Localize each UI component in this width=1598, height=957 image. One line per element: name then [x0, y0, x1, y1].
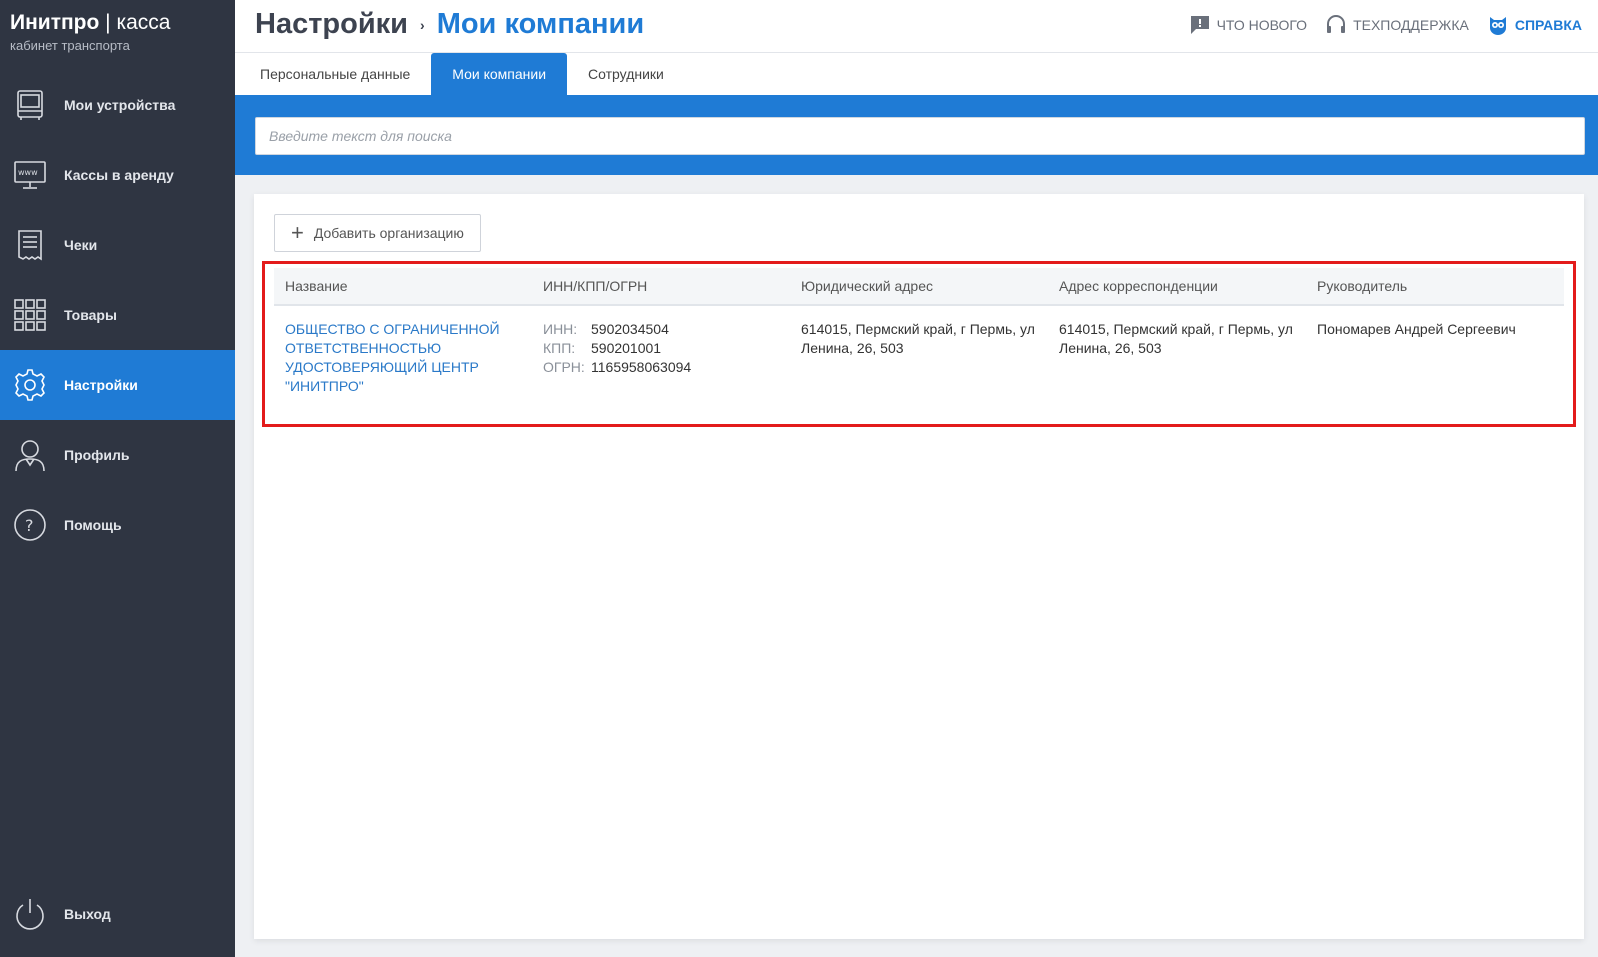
column-header-legal-address[interactable]: Юридический адрес	[790, 278, 1048, 294]
sidebar-item-devices[interactable]: Мои устройства	[0, 70, 235, 140]
sidebar-item-label: Товары	[64, 307, 117, 323]
bus-icon	[12, 87, 48, 123]
ogrn-value: 1165958063094	[591, 359, 692, 375]
sidebar-item-label: Чеки	[64, 237, 98, 253]
brand-name-bold: Инитпро	[10, 11, 100, 34]
add-organization-label: Добавить организацию	[313, 225, 464, 241]
tab-employees[interactable]: Сотрудники	[567, 53, 685, 95]
svg-text:www: www	[18, 168, 38, 177]
svg-text:?: ?	[25, 516, 34, 535]
user-icon	[12, 437, 48, 473]
logout-label: Выход	[64, 906, 111, 922]
search-input[interactable]	[255, 117, 1585, 155]
tab-personal-data[interactable]: Персональные данные	[239, 53, 431, 95]
column-header-mail-address[interactable]: Адрес корреспонденции	[1048, 278, 1306, 294]
sidebar-nav: Мои устройства www Кассы в аренду Чеки Т…	[0, 70, 235, 560]
sidebar: Инитпро | касса кабинет транспорта Мои у…	[0, 0, 235, 957]
whats-new-link[interactable]: Что нового	[1189, 14, 1307, 36]
whats-new-label: Что нового	[1216, 17, 1308, 33]
company-name-cell: ОБЩЕСТВО С ОГРАНИЧЕННОЙ ОТВЕТСТВЕННОСТЬЮ…	[274, 320, 532, 396]
logout-button[interactable]: Выход	[0, 879, 235, 949]
tab-bar: Персональные данные Мои компании Сотрудн…	[235, 53, 1598, 95]
www-monitor-icon: www	[12, 157, 48, 193]
brand: Инитпро | касса кабинет транспорта	[0, 0, 235, 70]
ogrn-label: ОГРН:	[543, 359, 585, 375]
sidebar-item-profile[interactable]: Профиль	[0, 420, 235, 490]
sidebar-item-receipts[interactable]: Чеки	[0, 210, 235, 280]
sidebar-item-label: Настройки	[64, 377, 138, 393]
headset-icon	[1327, 15, 1346, 33]
kpp-label: КПП:	[543, 340, 576, 356]
brand-subtitle: кабинет транспорта	[10, 38, 130, 53]
company-name-link[interactable]: ОБЩЕСТВО С ОГРАНИЧЕННОЙ ОТВЕТСТВЕННОСТЬЮ…	[285, 321, 500, 394]
support-label: Техподдержка	[1353, 17, 1469, 33]
column-header-name[interactable]: Название	[274, 278, 532, 294]
sidebar-item-label: Помощь	[64, 517, 122, 533]
gear-icon	[12, 367, 48, 403]
grid-icon	[12, 297, 48, 333]
sidebar-item-help[interactable]: ? Помощь	[0, 490, 235, 560]
legal-address-cell: 614015, Пермский край, г Пермь, ул Ленин…	[801, 321, 1035, 356]
breadcrumb: Настройки › Мои компании	[255, 8, 644, 41]
company-requisites-cell: ИНН: 5902034504 КПП: 590201001 ОГРН: 116…	[532, 320, 790, 396]
page-header: Настройки › Мои компании Что нового Техп…	[235, 0, 1598, 53]
power-icon	[12, 896, 48, 932]
help-icon: ?	[12, 507, 48, 543]
help-label: Справка	[1514, 17, 1582, 33]
brand-separator: |	[105, 11, 111, 34]
brand-logo[interactable]: Инитпро | касса	[10, 10, 225, 36]
receipt-icon	[12, 227, 48, 263]
director-cell: Пономарев Андрей Сергеевич	[1317, 321, 1516, 337]
plus-icon: +	[291, 220, 304, 245]
breadcrumb-root[interactable]: Настройки	[255, 8, 408, 41]
help-link[interactable]: Справка	[1487, 14, 1582, 36]
inn-label: ИНН:	[543, 321, 578, 337]
owl-icon	[1489, 17, 1506, 35]
inn-value: 5902034504	[591, 321, 669, 337]
breadcrumb-separator: ›	[420, 16, 425, 33]
page-title: Мои компании	[436, 8, 645, 40]
add-organization-button[interactable]: + Добавить организацию	[274, 214, 481, 252]
sidebar-item-goods[interactable]: Товары	[0, 280, 235, 350]
column-header-inn[interactable]: ИНН/КПП/ОГРН	[532, 278, 790, 294]
sidebar-item-label: Профиль	[64, 447, 130, 463]
table-header: Название ИНН/КПП/ОГРН Юридический адрес …	[274, 268, 1564, 306]
requisites: ИНН: 5902034504 КПП: 590201001 ОГРН: 116…	[543, 320, 790, 377]
tab-my-companies[interactable]: Мои компании	[431, 53, 568, 95]
column-header-director[interactable]: Руководитель	[1306, 278, 1564, 294]
support-link[interactable]: Техподдержка	[1325, 14, 1469, 36]
companies-table: Название ИНН/КПП/ОГРН Юридический адрес …	[274, 268, 1564, 396]
kpp-value: 590201001	[591, 340, 662, 356]
sidebar-item-label: Мои устройства	[64, 97, 176, 113]
brand-name-light: касса	[116, 11, 171, 34]
search-bar	[235, 95, 1598, 175]
sidebar-item-settings[interactable]: Настройки	[0, 350, 235, 420]
companies-card: + Добавить организацию Название ИНН/КПП/…	[254, 194, 1584, 939]
mail-address-cell: 614015, Пермский край, г Пермь, ул Ленин…	[1059, 321, 1293, 356]
announcement-icon	[1190, 16, 1209, 34]
header-links: Что нового Техподдержка Справка	[1189, 14, 1582, 36]
sidebar-item-label: Кассы в аренду	[64, 167, 174, 183]
table-row[interactable]: ОБЩЕСТВО С ОГРАНИЧЕННОЙ ОТВЕТСТВЕННОСТЬЮ…	[274, 306, 1564, 396]
sidebar-item-rent[interactable]: www Кассы в аренду	[0, 140, 235, 210]
